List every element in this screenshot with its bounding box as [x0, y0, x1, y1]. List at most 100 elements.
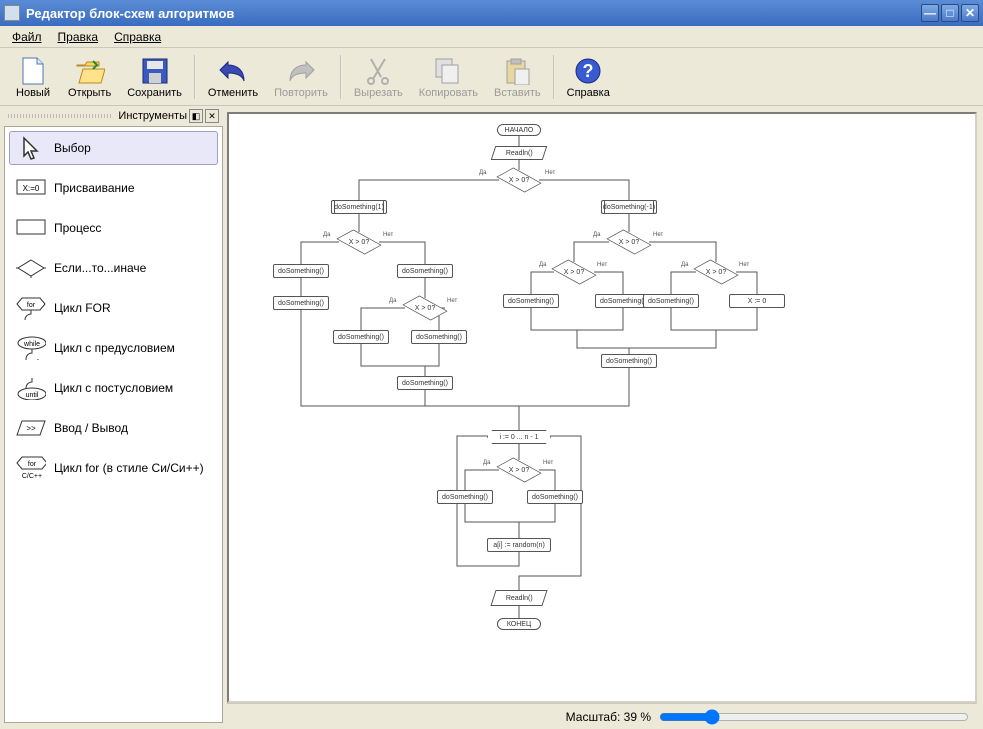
node-arr[interactable]: a[i] := random(n) — [487, 538, 551, 552]
tool-io[interactable]: >> Ввод / Вывод — [9, 411, 218, 445]
menu-edit[interactable]: Правка — [50, 28, 107, 46]
tool-assign[interactable]: X:=0 Присваивание — [9, 171, 218, 205]
panel-body: Выбор X:=0 Присваивание Процесс Если...т… — [4, 126, 223, 723]
assign-icon: X:=0 — [16, 176, 46, 200]
zoom-slider[interactable] — [659, 709, 969, 725]
edge-no: Нет — [739, 262, 749, 268]
svg-text:for: for — [28, 461, 37, 468]
svg-text:X:=0: X:=0 — [23, 184, 40, 193]
toolbar-redo[interactable]: Повторить — [266, 53, 336, 101]
tool-select[interactable]: Выбор — [9, 131, 218, 165]
app-icon — [4, 5, 20, 21]
node-start[interactable]: НАЧАЛО — [497, 124, 541, 136]
svg-text:until: until — [26, 392, 39, 399]
cut-icon — [362, 55, 394, 87]
node-for-head[interactable]: i := 0 ... n - 1 — [487, 430, 551, 444]
node-do-l6[interactable]: doSomething() — [397, 376, 453, 390]
node-do-r3[interactable]: doSomething() — [643, 294, 699, 308]
node-xzero[interactable]: X := 0 — [729, 294, 785, 308]
node-cond-r1[interactable]: X > 0? — [609, 230, 649, 254]
node-do1[interactable]: doSomething(1) — [331, 200, 387, 214]
toolbar: Новый Открыть Сохранить Отменить Повтори… — [0, 48, 983, 106]
node-do-l4[interactable]: doSomething() — [333, 330, 389, 344]
panel-grip[interactable] — [8, 114, 112, 118]
node-cond-r3[interactable]: X > 0? — [696, 260, 736, 284]
toolbar-separator — [553, 55, 555, 99]
panel-close-button[interactable]: ✕ — [205, 109, 219, 123]
new-file-icon — [17, 55, 49, 87]
edge-no: Нет — [543, 460, 553, 466]
undo-icon — [217, 55, 249, 87]
tool-until[interactable]: until Цикл с постусловием — [9, 371, 218, 405]
tool-process[interactable]: Процесс — [9, 211, 218, 245]
diamond-icon — [16, 256, 46, 280]
panel-header: Инструменты ◧ ✕ — [4, 106, 223, 126]
paste-icon — [501, 55, 533, 87]
node-cond-top[interactable]: X > 0? — [499, 168, 539, 192]
node-cond-r2[interactable]: X > 0? — [554, 260, 594, 284]
io-icon: >> — [16, 416, 46, 440]
node-cond-l2[interactable]: X > 0? — [405, 296, 445, 320]
maximize-button[interactable]: □ — [941, 4, 959, 22]
node-end[interactable]: КОНЕЦ — [497, 618, 541, 630]
tool-while[interactable]: while Цикл с предусловием — [9, 331, 218, 365]
status-bar: Масштаб: 39 % — [227, 703, 977, 729]
node-cond-for[interactable]: X > 0? — [499, 458, 539, 482]
toolbar-paste[interactable]: Вставить — [486, 53, 549, 101]
toolbar-separator — [194, 55, 196, 99]
zoom-label: Масштаб: 39 % — [566, 710, 651, 724]
node-cond-l1[interactable]: X > 0? — [339, 230, 379, 254]
window-title: Редактор блок-схем алгоритмов — [26, 6, 234, 21]
edge-no: Нет — [545, 170, 555, 176]
node-dom1[interactable]: doSomething(-1) — [601, 200, 657, 214]
cursor-icon — [16, 136, 46, 160]
flowchart: НАЧАЛО Readln() X > 0? Да Нет doSomethin… — [229, 114, 975, 701]
tool-panel: Инструменты ◧ ✕ Выбор X:=0 Присваивание — [0, 106, 227, 729]
toolbar-save[interactable]: Сохранить — [119, 53, 190, 101]
node-do-l3[interactable]: doSomething() — [397, 264, 453, 278]
edge-no: Нет — [597, 262, 607, 268]
canvas[interactable]: НАЧАЛО Readln() X > 0? Да Нет doSomethin… — [227, 112, 977, 703]
minimize-button[interactable]: — — [921, 4, 939, 22]
menu-help[interactable]: Справка — [106, 28, 169, 46]
for-loop-icon: for — [16, 296, 46, 320]
close-button[interactable]: ✕ — [961, 4, 979, 22]
open-folder-icon — [74, 55, 106, 87]
toolbar-copy[interactable]: Копировать — [411, 53, 486, 101]
node-do-l2[interactable]: doSomething() — [273, 296, 329, 310]
panel-undock-button[interactable]: ◧ — [189, 109, 203, 123]
toolbar-open[interactable]: Открыть — [60, 53, 119, 101]
tool-for[interactable]: for Цикл FOR — [9, 291, 218, 325]
toolbar-separator — [340, 55, 342, 99]
canvas-wrapper: НАЧАЛО Readln() X > 0? Да Нет doSomethin… — [227, 106, 983, 729]
titlebar: Редактор блок-схем алгоритмов — □ ✕ — [0, 0, 983, 26]
node-do-r1[interactable]: doSomething() — [503, 294, 559, 308]
toolbar-help[interactable]: ? Справка — [559, 53, 618, 101]
node-do-l5[interactable]: doSomething() — [411, 330, 467, 344]
node-readln-1[interactable]: Readln() — [491, 146, 548, 160]
help-icon: ? — [572, 55, 604, 87]
copy-icon — [432, 55, 464, 87]
edge-yes: Да — [479, 170, 486, 176]
while-loop-icon: while — [16, 336, 46, 360]
edge-yes: Да — [681, 262, 688, 268]
node-do-r4[interactable]: doSomething() — [601, 354, 657, 368]
svg-text:>>: >> — [26, 424, 36, 433]
svg-text:?: ? — [583, 61, 594, 81]
redo-icon — [285, 55, 317, 87]
node-do-l1[interactable]: doSomething() — [273, 264, 329, 278]
node-readln-2[interactable]: Readln() — [490, 590, 547, 606]
until-loop-icon: until — [16, 376, 46, 400]
menu-file[interactable]: Файл — [4, 28, 50, 46]
edge-no: Нет — [447, 298, 457, 304]
process-icon — [16, 216, 46, 240]
node-do-for2[interactable]: doSomething() — [527, 490, 583, 504]
toolbar-new[interactable]: Новый — [6, 53, 60, 101]
node-do-for1[interactable]: doSomething() — [437, 490, 493, 504]
tool-ifelse[interactable]: Если...то...иначе — [9, 251, 218, 285]
svg-text:for: for — [27, 302, 36, 309]
tool-forc[interactable]: forC/C++ Цикл for (в стиле Си/Си++) — [9, 451, 218, 485]
svg-text:C/C++: C/C++ — [22, 473, 42, 480]
toolbar-undo[interactable]: Отменить — [200, 53, 266, 101]
toolbar-cut[interactable]: Вырезать — [346, 53, 411, 101]
